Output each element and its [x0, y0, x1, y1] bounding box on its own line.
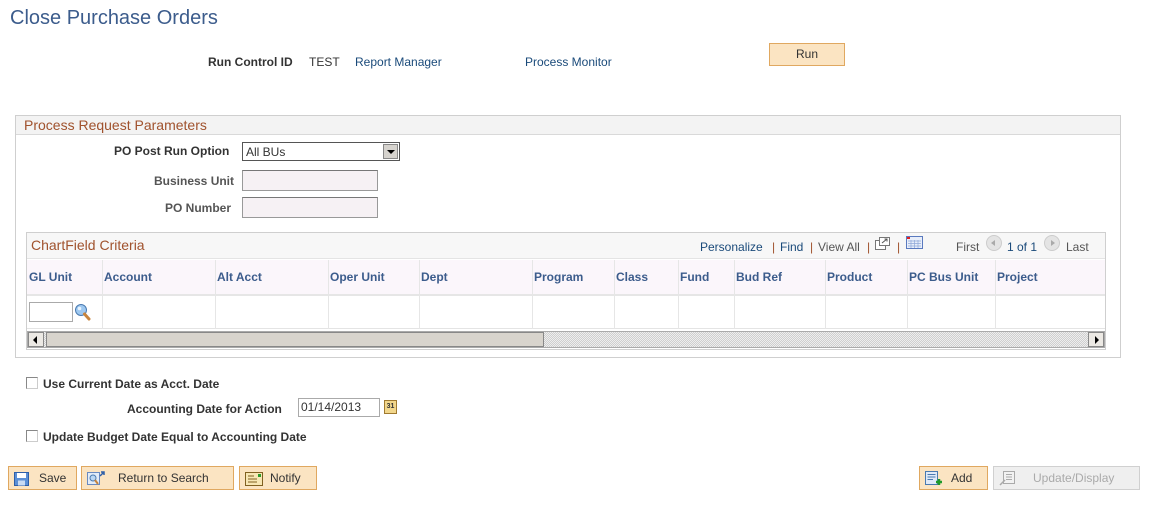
save-icon [14, 471, 29, 486]
chevron-down-icon[interactable] [383, 144, 398, 159]
column-header-bud-ref[interactable]: Bud Ref [736, 270, 782, 284]
column-divider [825, 260, 826, 329]
update-budget-date-checkbox[interactable] [26, 430, 38, 442]
process-request-title: Process Request Parameters [24, 117, 207, 133]
nav-separator: | [867, 240, 871, 254]
business-unit-label: Business Unit [154, 174, 235, 188]
table-row [27, 297, 1105, 329]
column-divider [419, 260, 420, 329]
update-display-label: Update/Display [1033, 471, 1115, 485]
column-header-fund[interactable]: Fund [680, 270, 709, 284]
nav-separator: | [772, 240, 776, 254]
run-button[interactable]: Run [769, 43, 845, 66]
update-display-icon [999, 471, 1015, 486]
return-to-search-label: Return to Search [118, 471, 209, 485]
column-divider [328, 260, 329, 329]
nav-separator: | [810, 240, 814, 254]
column-header-gl-unit[interactable]: GL Unit [29, 270, 72, 284]
update-display-button[interactable]: Update/Display [993, 466, 1140, 490]
personalize-link[interactable]: Personalize [700, 240, 763, 254]
update-budget-date-label: Update Budget Date Equal to Accounting D… [43, 430, 307, 444]
find-link[interactable]: Find [780, 240, 803, 254]
scroll-left-button[interactable] [28, 332, 44, 347]
column-divider [734, 260, 735, 329]
next-arrow-icon[interactable] [1044, 235, 1060, 251]
column-divider [614, 260, 615, 329]
horizontal-scrollbar[interactable] [27, 331, 1105, 348]
column-divider [678, 260, 679, 329]
po-number-input [242, 197, 378, 218]
accounting-date-input[interactable]: 01/14/2013 [298, 398, 380, 417]
return-to-search-icon [87, 471, 105, 485]
notify-button[interactable]: Notify [239, 466, 317, 490]
chartfield-grid-title: ChartField Criteria [31, 237, 145, 253]
download-spreadsheet-icon[interactable] [906, 236, 923, 249]
view-all-link[interactable]: View All [818, 240, 860, 254]
previous-arrow-icon[interactable] [986, 235, 1002, 251]
add-button[interactable]: Add [919, 466, 988, 490]
column-header-project[interactable]: Project [997, 270, 1038, 284]
add-label: Add [951, 471, 973, 485]
calendar-icon[interactable]: 31 [384, 400, 397, 414]
nav-separator: | [897, 240, 901, 254]
scrollbar-thumb[interactable] [46, 332, 544, 347]
run-control-id-value: TEST [309, 55, 340, 69]
return-to-search-button[interactable]: Return to Search [81, 466, 234, 490]
new-window-icon[interactable] [875, 237, 890, 250]
add-icon [925, 471, 942, 485]
business-unit-input [242, 170, 378, 191]
column-header-product[interactable]: Product [827, 270, 872, 284]
column-divider [532, 260, 533, 329]
column-divider [995, 260, 996, 329]
column-header-account[interactable]: Account [104, 270, 152, 284]
column-header-class[interactable]: Class [616, 270, 648, 284]
column-header-program[interactable]: Program [534, 270, 583, 284]
run-control-id-label: Run Control ID [208, 55, 293, 69]
save-button[interactable]: Save [8, 466, 77, 490]
po-post-run-option-value: All BUs [246, 145, 286, 159]
column-divider [215, 260, 216, 329]
notify-icon [245, 471, 263, 486]
accounting-date-label: Accounting Date for Action [127, 402, 282, 416]
column-header-oper-unit[interactable]: Oper Unit [330, 270, 385, 284]
page-info: 1 of 1 [1007, 240, 1038, 254]
use-current-date-label: Use Current Date as Acct. Date [43, 377, 220, 391]
use-current-date-checkbox[interactable] [26, 377, 38, 389]
gl-unit-input[interactable] [29, 302, 73, 322]
process-monitor-link[interactable]: Process Monitor [525, 55, 612, 69]
report-manager-link[interactable]: Report Manager [355, 55, 442, 69]
lookup-search-icon[interactable] [74, 303, 91, 321]
po-number-label: PO Number [165, 201, 232, 215]
po-post-run-option-select[interactable]: All BUs [242, 142, 400, 161]
column-divider [102, 260, 103, 329]
column-header-dept[interactable]: Dept [421, 270, 448, 284]
page-title: Close Purchase Orders [10, 7, 218, 29]
column-divider [907, 260, 908, 329]
column-header-pc-bus-unit[interactable]: PC Bus Unit [909, 270, 978, 284]
column-header-alt-acct[interactable]: Alt Acct [217, 270, 262, 284]
last-label: Last [1066, 240, 1089, 254]
notify-label: Notify [270, 471, 301, 485]
save-label: Save [39, 471, 67, 485]
po-post-run-option-label: PO Post Run Option [114, 144, 230, 158]
first-label: First [956, 240, 980, 254]
scroll-right-button[interactable] [1088, 332, 1104, 347]
chartfield-grid-header [27, 233, 1105, 259]
